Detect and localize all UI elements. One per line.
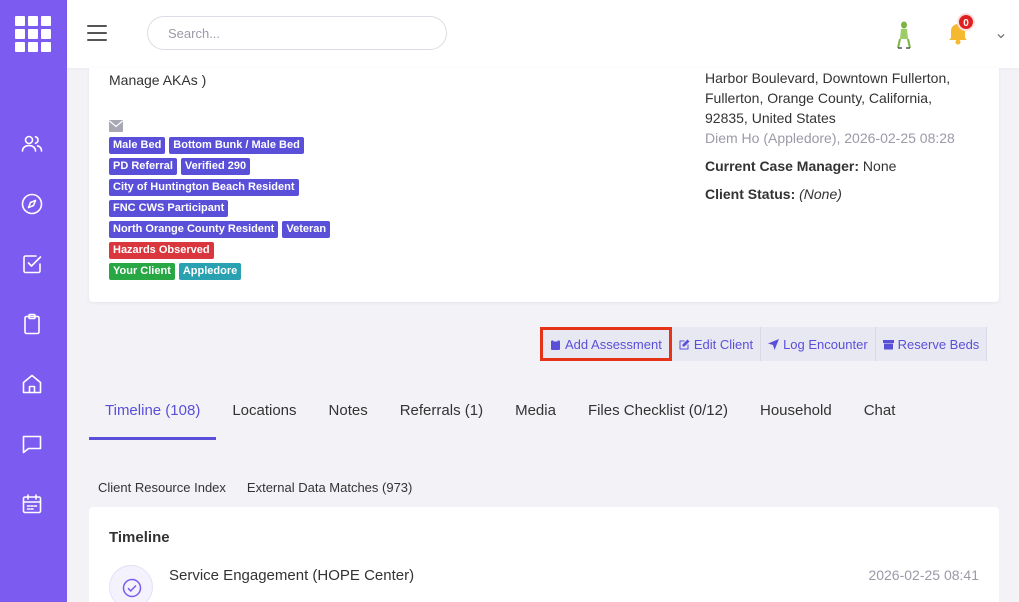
client-tag[interactable]: Male Bed [109,137,166,154]
subtab-external-data-matches[interactable]: External Data Matches (973) [247,480,412,495]
clipboard-icon [551,338,560,350]
tag-row: Male Bed Bottom Bunk / Male Bed [109,137,409,154]
clipboard-icon[interactable] [20,312,44,336]
tab-locations[interactable]: Locations [216,392,312,430]
add-assessment-label: Add Assessment [565,336,662,352]
check-circle-icon [109,565,153,602]
tag-row: Hazards Observed [109,242,409,259]
log-encounter-button[interactable]: Log Encounter [761,327,876,361]
reserve-beds-button[interactable]: Reserve Beds [875,327,988,361]
top-header: 0 [67,0,1019,68]
apps-grid-icon[interactable] [15,16,51,52]
client-actions: Add Assessment Edit Client Log Encounter… [540,327,988,361]
manage-akas-link[interactable]: Manage AKAs ) [109,72,206,88]
avatar[interactable] [887,18,921,52]
tab-notes[interactable]: Notes [313,392,384,430]
edit-client-label: Edit Client [693,336,754,352]
client-tag[interactable]: Verified 290 [180,158,251,175]
compass-icon[interactable] [20,192,44,216]
case-manager-field: Current Case Manager: None [705,156,995,176]
checkbox-icon[interactable] [20,252,44,276]
client-tag[interactable]: PD Referral [109,158,177,175]
tab-household[interactable]: Household [744,392,848,430]
tag-row: City of Huntington Beach Resident [109,179,409,196]
archive-icon [882,339,894,349]
tab-referrals[interactable]: Referrals (1) [384,392,499,430]
sidebar [0,0,67,602]
sub-tabs: Client Resource Index External Data Matc… [98,480,412,495]
client-tags: Male Bed Bottom Bunk / Male Bed PD Referra… [109,137,409,284]
log-encounter-label: Log Encounter [783,336,868,352]
edit-icon [679,339,690,349]
subtab-client-resource-index[interactable]: Client Resource Index [98,480,226,495]
calendar-icon[interactable] [20,492,44,516]
tag-row: PD Referral Verified 290 [109,158,409,175]
menu-icon[interactable] [87,25,107,41]
client-status-label: Client Status: [705,186,796,202]
tab-chat[interactable]: Chat [848,392,912,430]
mail-icon[interactable] [109,117,123,132]
chat-icon[interactable] [20,432,44,456]
timeline-item-date: 2026-02-25 08:41 [868,567,979,583]
client-tag[interactable]: Appledore [178,263,242,280]
client-address-panel: Harbor Boulevard, Downtown Fullerton, Fu… [705,68,995,204]
client-tag[interactable]: North Orange County Resident [109,221,279,238]
client-status-value: (None) [799,186,842,202]
client-tag[interactable]: Your Client [109,263,175,280]
tab-timeline[interactable]: Timeline (108) [89,392,217,440]
client-tag[interactable]: Veteran [282,221,331,238]
client-tag[interactable]: FNC CWS Participant [109,200,229,217]
address-line: Harbor Boulevard, Downtown Fullerton, [705,70,951,86]
add-assessment-button[interactable]: Add Assessment [540,327,672,361]
case-manager-value: None [859,158,897,174]
timeline-title: Timeline [109,529,170,546]
search-input[interactable] [147,16,447,50]
timeline-card: Timeline Service Engagement (HOPE Center… [89,507,999,602]
notification-count-badge: 0 [957,13,975,31]
client-tabs: Timeline (108) Locations Notes Referrals… [89,392,911,440]
reserve-beds-label: Reserve Beds [897,336,980,352]
client-status-field: Client Status: (None) [705,184,995,204]
case-manager-label: Current Case Manager: [705,158,860,174]
client-tag[interactable]: City of Huntington Beach Resident [109,179,299,196]
tag-row: North Orange County Resident Veteran [109,221,409,238]
client-info-card: Manage AKAs ) Male Bed Bottom Bunk / Male… [89,68,999,302]
tab-media[interactable]: Media [499,392,572,430]
tag-row: Your Client Appledore [109,263,409,280]
timeline-item-title[interactable]: Service Engagement (HOPE Center) [169,567,414,584]
tab-files-checklist[interactable]: Files Checklist (0/12) [572,392,744,430]
client-tag[interactable]: Hazards Observed [109,242,214,259]
address-stamp: Diem Ho (Appledore), 2026-02-25 08:28 [705,130,955,146]
address-line: 92835, United States [705,110,836,126]
edit-client-button[interactable]: Edit Client [671,327,762,361]
home-icon[interactable] [20,372,44,396]
location-arrow-icon [768,338,780,350]
chevron-down-icon[interactable] [995,27,1007,39]
address-line: Fullerton, Orange County, California, [705,90,932,106]
tag-row: FNC CWS Participant [109,200,409,217]
client-tag[interactable]: Bottom Bunk / Male Bed [169,137,304,154]
users-icon[interactable] [20,132,44,156]
